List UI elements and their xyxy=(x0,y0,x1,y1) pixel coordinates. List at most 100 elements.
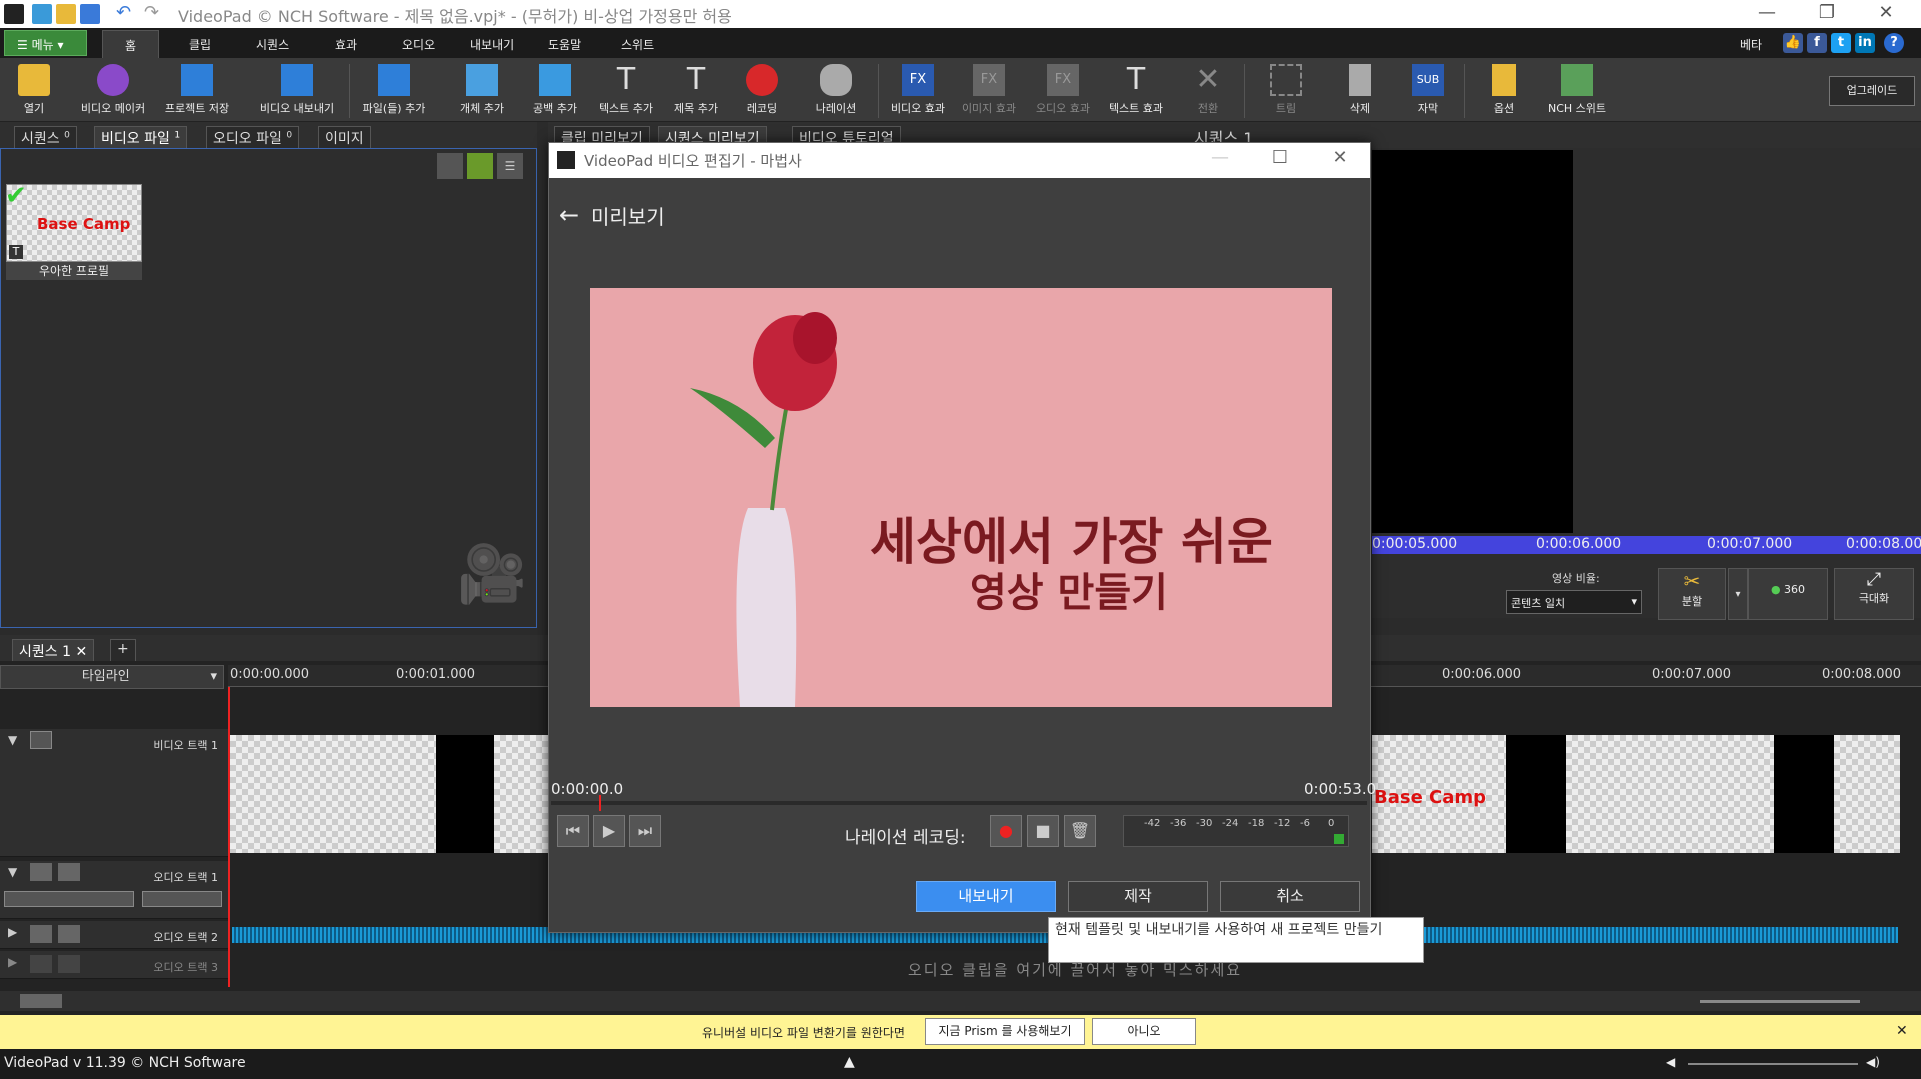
volume-slider[interactable] xyxy=(4,891,134,907)
group-icon[interactable] xyxy=(58,925,80,943)
export-video-button[interactable]: 비디오 내보내기 xyxy=(255,62,339,120)
play-button[interactable]: ▶ xyxy=(593,815,625,847)
add-text-button[interactable]: T 텍스트 추가 xyxy=(594,62,658,120)
speaker-icon[interactable] xyxy=(30,955,52,973)
group-icon[interactable] xyxy=(58,863,80,881)
expand-icon[interactable]: ▶ xyxy=(8,925,17,939)
skip-start-button[interactable]: ⏮ xyxy=(557,815,589,847)
timeline-mode-select[interactable]: 타임라인 ▾ xyxy=(0,665,224,689)
expand-up-icon[interactable]: ▲ xyxy=(844,1054,855,1070)
try-prism-button[interactable]: 지금 Prism 를 사용해보기 xyxy=(925,1018,1085,1045)
timeline-video-clip[interactable] xyxy=(230,735,436,853)
split-dropdown[interactable]: ▾ xyxy=(1728,568,1748,620)
linkedin-icon[interactable]: in xyxy=(1855,33,1875,53)
undo-icon[interactable]: ↶ xyxy=(116,2,131,23)
collapse-icon[interactable]: ▼ xyxy=(8,865,17,879)
volume-icon[interactable]: ◀ xyxy=(1666,1055,1675,1069)
tab-home[interactable]: 홈 xyxy=(102,30,160,58)
media-clip-thumbnail[interactable]: ✔ Base Camp T xyxy=(5,181,142,262)
tab-effects[interactable]: 효과 xyxy=(335,36,357,53)
group-icon[interactable] xyxy=(58,955,80,973)
like-icon[interactable]: 👍 xyxy=(1783,33,1803,53)
tab-video-files[interactable]: 비디오 파일 1 xyxy=(94,126,188,148)
dialog-minimize-button[interactable]: — xyxy=(1195,147,1245,168)
subtitle-button[interactable]: SUB 자막 xyxy=(1410,62,1446,120)
image-effects-button[interactable]: FX 이미지 효과 xyxy=(958,62,1020,120)
dialog-maximize-button[interactable]: ☐ xyxy=(1255,147,1305,168)
transition-button[interactable]: ✕ 전환 xyxy=(1186,62,1230,120)
tab-audio[interactable]: 오디오 xyxy=(402,36,435,53)
audio-effects-button[interactable]: FX 오디오 효과 xyxy=(1032,62,1094,120)
upgrade-button[interactable]: 업그레이드 xyxy=(1829,76,1915,106)
tab-sequences[interactable]: 시퀀스 0 xyxy=(14,126,77,148)
zoom-slider[interactable] xyxy=(1700,1000,1860,1003)
tab-export[interactable]: 내보내기 xyxy=(470,36,514,53)
aspect-select[interactable]: 콘텐츠 일치 ▾ xyxy=(1506,590,1642,614)
360-button[interactable]: ● 360 xyxy=(1748,568,1828,620)
skip-end-button[interactable]: ⏭ xyxy=(629,815,661,847)
trim-button[interactable]: 트림 xyxy=(1268,62,1304,120)
video-effects-button[interactable]: FX 비디오 효과 xyxy=(888,62,948,120)
eye-icon[interactable] xyxy=(30,731,52,749)
master-volume-slider[interactable] xyxy=(1688,1063,1858,1065)
sequence-tab[interactable]: 시퀀스 1 ✕ xyxy=(12,639,95,661)
scrub-playhead[interactable] xyxy=(599,795,601,811)
tab-audio-files[interactable]: 오디오 파일 0 xyxy=(206,126,300,148)
bin-delete-icon[interactable] xyxy=(437,153,463,179)
minimize-button[interactable]: — xyxy=(1747,2,1787,23)
facebook-icon[interactable]: f xyxy=(1807,33,1827,53)
tab-suite[interactable]: 스위트 xyxy=(621,36,654,53)
speaker-icon[interactable] xyxy=(30,863,52,881)
delete-button[interactable]: 삭제 xyxy=(1342,62,1378,120)
video-maker-button[interactable]: 비디오 메이커 xyxy=(76,62,150,120)
nch-suite-button[interactable]: NCH 스위트 xyxy=(1542,62,1612,120)
timeline-video-clip[interactable] xyxy=(1566,735,1774,853)
maximize-button[interactable]: ⤢ 극대화 xyxy=(1834,568,1914,620)
dialog-close-button[interactable]: ✕ xyxy=(1315,147,1365,168)
expand-icon[interactable]: ▶ xyxy=(8,955,17,969)
bin-view-icon[interactable]: ☰ xyxy=(497,153,523,179)
redo-icon[interactable]: ↷ xyxy=(144,2,159,23)
narration-delete-button[interactable]: 🗑 xyxy=(1064,815,1096,847)
speaker-icon[interactable] xyxy=(30,925,52,943)
save-icon[interactable] xyxy=(80,4,100,24)
notification-close-icon[interactable]: ✕ xyxy=(1896,1023,1908,1039)
twitter-icon[interactable]: t xyxy=(1831,33,1851,53)
speaker-icon[interactable]: ◀) xyxy=(1866,1055,1880,1069)
help-icon[interactable]: ? xyxy=(1884,33,1904,53)
options-button[interactable]: 옵션 xyxy=(1486,62,1522,120)
add-blank-button[interactable]: 공백 추가 xyxy=(528,62,582,120)
tab-sequence[interactable]: 시퀀스 xyxy=(256,36,289,53)
split-button[interactable]: ✂ 분할 xyxy=(1658,568,1726,620)
tab-help[interactable]: 도움말 xyxy=(548,36,581,53)
timeline-scrollbar[interactable] xyxy=(0,991,1921,1011)
add-sequence-button[interactable]: + xyxy=(110,639,136,661)
narration-button[interactable]: 나레이션 xyxy=(808,62,864,120)
narration-stop-button[interactable]: ■ xyxy=(1027,815,1059,847)
cancel-button[interactable]: 취소 xyxy=(1220,881,1360,912)
timeline-video-clip[interactable]: Base Camp xyxy=(1372,735,1506,853)
new-icon[interactable] xyxy=(32,4,52,24)
restore-button[interactable]: ❐ xyxy=(1807,2,1847,23)
record-button[interactable]: 레코딩 xyxy=(742,62,782,120)
add-title-button[interactable]: T 제목 추가 xyxy=(666,62,726,120)
export-button[interactable]: 내보내기 xyxy=(916,881,1056,912)
text-effects-button[interactable]: T 텍스트 효과 xyxy=(1104,62,1168,120)
scroll-thumb[interactable] xyxy=(20,994,62,1008)
scrub-bar[interactable] xyxy=(551,795,1367,811)
no-button[interactable]: 아니오 xyxy=(1092,1018,1196,1045)
open-button[interactable]: 열기 xyxy=(16,62,52,120)
tab-images[interactable]: 이미지 xyxy=(318,126,371,148)
save-project-button[interactable]: 프로젝트 저장 xyxy=(160,62,234,120)
create-button[interactable]: 제작 xyxy=(1068,881,1208,912)
narration-record-button[interactable]: ● xyxy=(990,815,1022,847)
close-button[interactable]: ✕ xyxy=(1866,2,1906,23)
preview-ruler[interactable]: 0:00:05.000 0:00:06.000 0:00:07.000 0:00… xyxy=(1372,536,1921,554)
collapse-icon[interactable]: ▼ xyxy=(8,733,17,747)
menu-button[interactable]: ☰ 메뉴 ▾ xyxy=(4,30,87,56)
bin-add-folder-icon[interactable] xyxy=(467,153,493,179)
add-files-button[interactable]: 파일(들) 추가 xyxy=(357,62,431,120)
open-icon[interactable] xyxy=(56,4,76,24)
pan-slider[interactable] xyxy=(142,891,222,907)
add-object-button[interactable]: 개체 추가 xyxy=(452,62,512,120)
